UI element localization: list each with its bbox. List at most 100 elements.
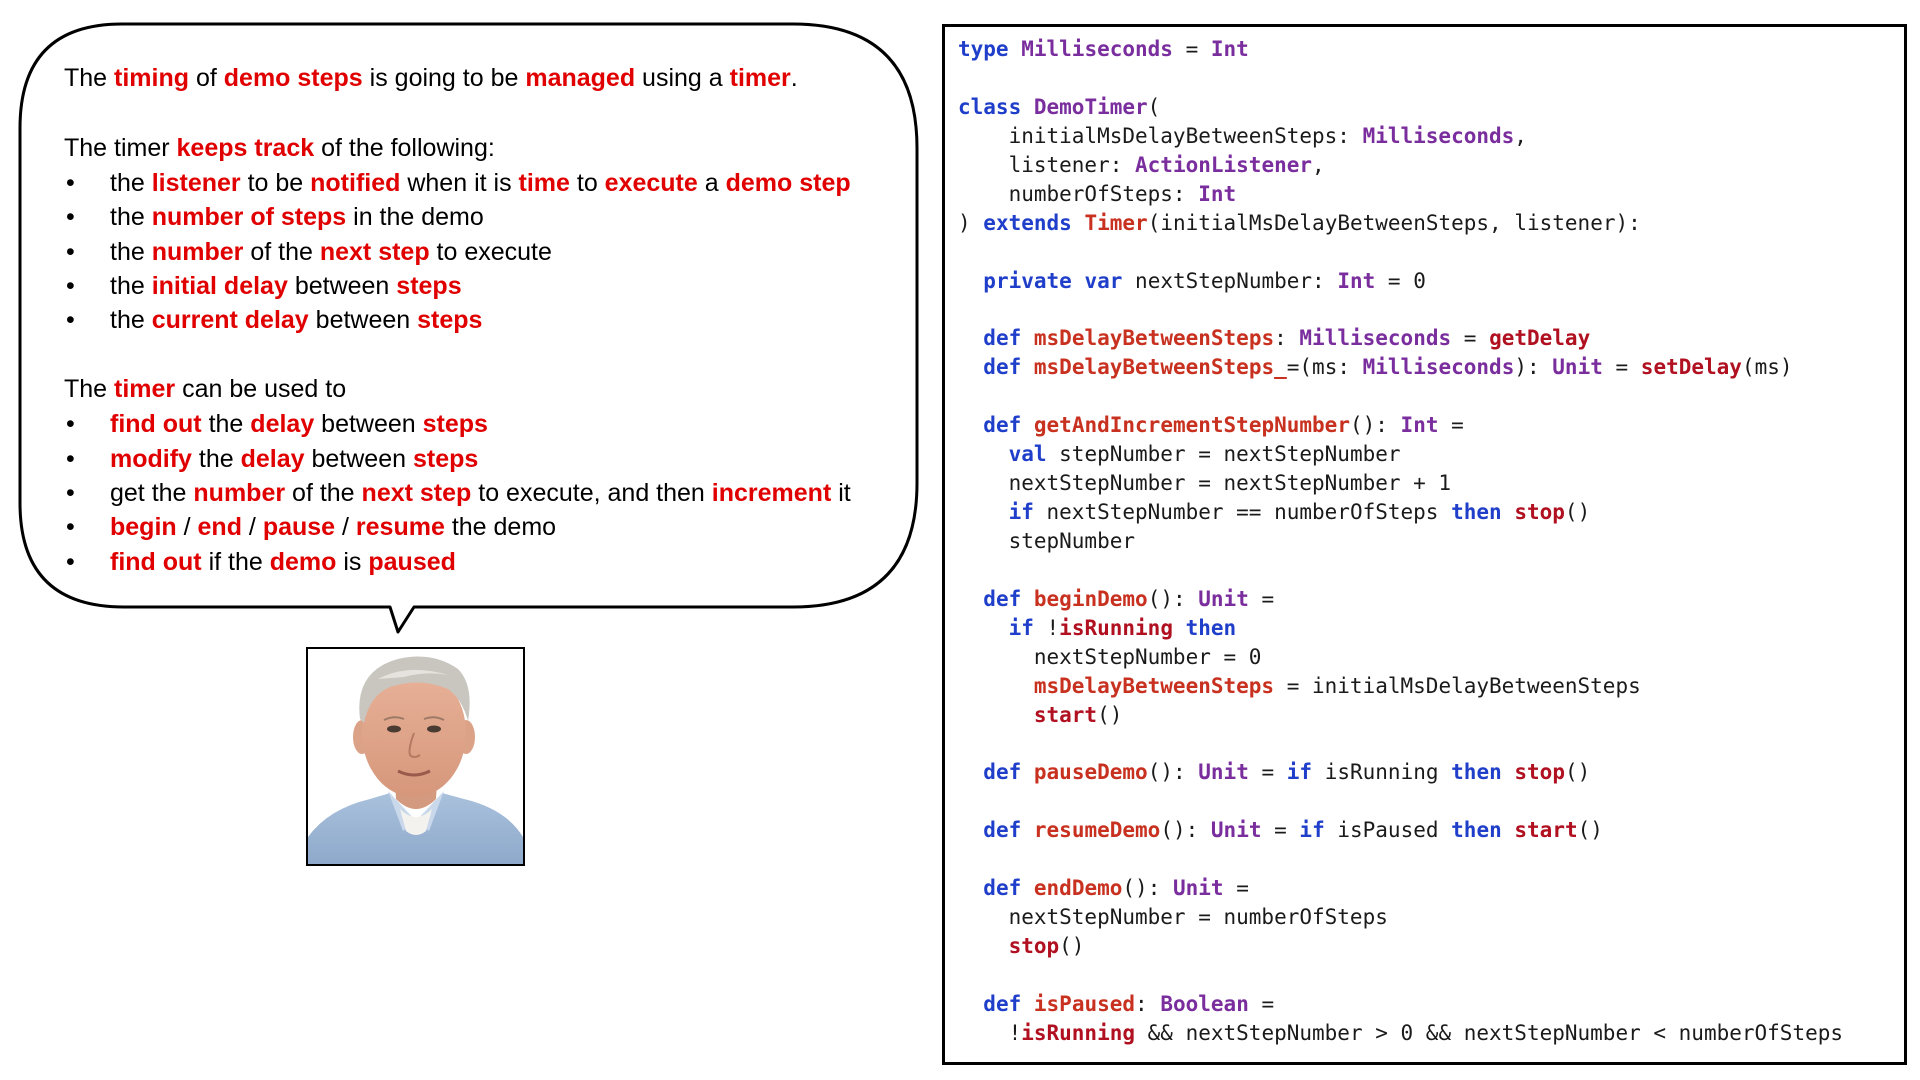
code-token: def (983, 760, 1022, 785)
code-token: (): (1160, 818, 1211, 843)
code-token: extends (983, 210, 1072, 235)
code-line: def getAndIncrementStepNumber(): Int = (958, 411, 1843, 440)
code-token: isRunning (1312, 760, 1452, 785)
highlighted-term: keeps track (176, 134, 315, 162)
bullet-list: the listener to be notified when it is t… (64, 166, 904, 338)
code-line: private var nextStepNumber: Int = 0 (958, 267, 1843, 296)
code-token: ): (1514, 355, 1553, 380)
code-line: if !isRunning then (958, 614, 1843, 643)
code-token: nextStepNumber = nextStepNumber + 1 (958, 471, 1452, 496)
text-run: of the (285, 479, 362, 508)
code-line: listener: ActionListener, (958, 151, 1843, 180)
highlighted-term: increment (711, 479, 832, 508)
text-run: of the following: (314, 134, 495, 162)
code-token: ( (1147, 94, 1161, 119)
code-token: nextStepNumber == numberOfSteps (1033, 500, 1452, 524)
code-token: stepNumber (958, 528, 1136, 553)
highlighted-term: number of steps (151, 203, 347, 232)
highlighted-term: steps (417, 306, 483, 335)
highlighted-term: modify (110, 444, 192, 473)
code-token: Milliseconds (1299, 326, 1452, 351)
code-line: type Milliseconds = Int (958, 35, 1843, 64)
highlighted-term: execute (604, 169, 698, 197)
text-run: a (697, 169, 726, 197)
text-run: when it is (400, 169, 519, 197)
highlighted-term: notified (310, 169, 401, 197)
code-token: if (1008, 500, 1034, 524)
code-token: Int (1337, 268, 1376, 293)
code-token: () (1097, 702, 1123, 727)
code-token: numberOfSteps: (958, 181, 1199, 206)
code-token: Milliseconds (1362, 123, 1515, 148)
text-run: The timer (64, 134, 177, 162)
code-line: numberOfSteps: Int (958, 180, 1843, 209)
text-run: to be (240, 169, 311, 197)
code-token: if (1286, 760, 1313, 785)
code-line: msDelayBetweenSteps = initialMsDelayBetw… (958, 672, 1843, 701)
highlighted-term: steps (412, 444, 479, 473)
code-token: DemoTimer (1033, 94, 1148, 119)
text-run: to execute (429, 237, 552, 266)
text-run: the (191, 444, 241, 473)
text-run: the demo (444, 513, 557, 542)
highlighted-term: number (151, 237, 244, 266)
bullet-item: find out the delay between steps (64, 407, 904, 442)
code-token: Unit (1198, 760, 1249, 785)
text-run: it (831, 479, 851, 508)
code-line: def pauseDemo(): Unit = if isRunning the… (958, 758, 1843, 787)
highlighted-term: next step (319, 237, 430, 266)
text-run: / (176, 513, 198, 542)
code-token: def (983, 326, 1022, 351)
text-run: get the (110, 479, 194, 508)
code-token: (): (1147, 760, 1199, 785)
bubble-text: The timing of demo steps is going to be … (64, 60, 904, 579)
text-run: The (64, 375, 115, 404)
code-token: then (1451, 760, 1502, 785)
code-token: = (1451, 326, 1490, 351)
text-run: the (110, 271, 152, 300)
code-token: initialMsDelayBetweenSteps: (958, 123, 1363, 148)
code-token: start (1033, 702, 1098, 727)
code-token: , (1514, 123, 1527, 148)
code-token: def (983, 818, 1022, 843)
code-token: def (983, 413, 1022, 438)
code-token: beginDemo (1033, 586, 1148, 611)
highlighted-term: find out (110, 547, 202, 576)
code-token: if (1299, 818, 1325, 843)
code-token: val (1008, 442, 1047, 467)
code-token: Int (1198, 181, 1237, 206)
code-token: Int (1400, 413, 1439, 438)
code-token: private (983, 268, 1072, 293)
code-token: Milliseconds (1021, 37, 1173, 61)
code-token: then (1451, 500, 1502, 524)
text-run: to execute, and then (471, 479, 712, 508)
bullet-item: the listener to be notified when it is t… (64, 166, 904, 201)
code-token: ) (958, 210, 984, 235)
code-token: , (1312, 152, 1325, 177)
bullet-item: get the number of the next step to execu… (64, 476, 904, 511)
bubble-paragraph: The timer keeps track of the following: (64, 130, 904, 166)
code-token: msDelayBetweenSteps_ (1033, 355, 1287, 380)
code-token: if (1008, 615, 1034, 640)
text-run: between (287, 271, 397, 300)
code-token: isPaused (1033, 991, 1136, 1016)
code-token: start (1514, 818, 1578, 843)
